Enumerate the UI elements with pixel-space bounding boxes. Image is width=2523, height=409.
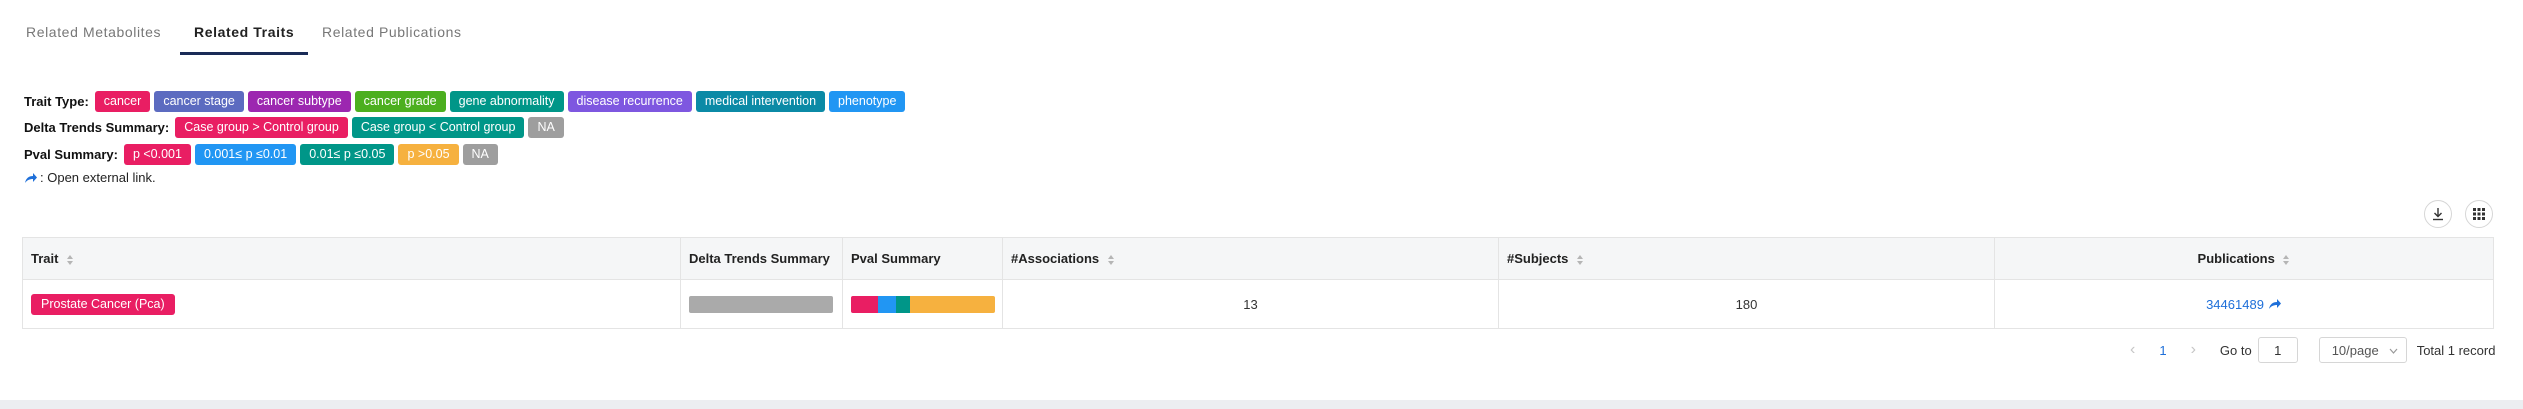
tag-p-lt-0001: p <0.001 [123, 143, 191, 165]
delta-trends-label: Delta Trends Summary: [24, 119, 170, 135]
table-header: Trait Delta Trends Summary Pval Summary … [23, 238, 2493, 280]
column-header-trait[interactable]: Trait [23, 238, 681, 280]
pval-segment-001-005 [895, 295, 911, 313]
page-size-select[interactable]: 10/page [2318, 337, 2407, 363]
external-link-note: : Open external link. [24, 170, 156, 185]
pval-segment-0001-001 [878, 295, 896, 313]
column-header-subjects-label: #Subjects [1507, 251, 1569, 266]
cell-associations: 13 [1003, 280, 1499, 328]
cell-subjects: 180 [1499, 280, 1995, 328]
tag-cancer-stage: cancer stage [154, 90, 244, 112]
column-header-subjects[interactable]: #Subjects [1499, 238, 1995, 280]
sort-icon[interactable] [2282, 254, 2290, 266]
cell-pval-summary [843, 280, 1003, 328]
total-records: Total 1 record [2416, 342, 2496, 358]
tag-case-less: Case group < Control group [351, 116, 525, 138]
column-header-pval-summary: Pval Summary [843, 238, 1003, 280]
goto-label: Go to [2219, 342, 2252, 358]
page-number-current[interactable]: 1 [2159, 343, 2166, 358]
cell-delta-trends [681, 280, 843, 328]
publication-link[interactable]: 34461489 [2206, 297, 2282, 312]
column-header-delta-trends-label: Delta Trends Summary [689, 251, 830, 266]
trait-type-label: Trait Type: [24, 93, 89, 109]
sort-icon[interactable] [1576, 254, 1584, 266]
traits-table: Trait Delta Trends Summary Pval Summary … [22, 237, 2494, 329]
tag-p-001-005: 0.01≤ p ≤0.05 [300, 143, 395, 165]
external-link-note-text: : Open external link. [40, 170, 156, 185]
page-bottom-strip [0, 400, 2523, 409]
tab-bar: Related Metabolites Related Traits Relat… [0, 0, 2523, 56]
tag-p-0001-001: 0.001≤ p ≤0.01 [194, 143, 297, 165]
tab-related-metabolites[interactable]: Related Metabolites [26, 0, 161, 56]
pval-label: Pval Summary: [24, 146, 118, 162]
column-header-delta-trends: Delta Trends Summary [681, 238, 843, 280]
table-row: Prostate Cancer (Pca) 13 180 34461489 [23, 280, 2493, 328]
tag-cancer: cancer [94, 90, 151, 112]
sort-icon[interactable] [66, 254, 74, 266]
pval-summary-bar [851, 295, 995, 313]
chevron-down-icon [2389, 348, 2398, 354]
publication-id[interactable]: 34461489 [2206, 297, 2264, 312]
tag-phenotype: phenotype [829, 90, 906, 112]
cell-publications: 34461489 [1995, 280, 2493, 328]
tag-disease-recurrence: disease recurrence [567, 90, 692, 112]
content-panel: Related Metabolites Related Traits Relat… [0, 0, 2523, 400]
external-link-icon [25, 172, 37, 183]
download-button[interactable] [2424, 200, 2452, 228]
delta-trends-bar [689, 295, 833, 313]
prev-page-button[interactable]: ‹ [2130, 341, 2135, 359]
tag-case-greater: Case group > Control group [175, 116, 348, 138]
pval-segment-lt-0001 [851, 295, 879, 313]
active-tab-indicator [180, 52, 308, 55]
next-page-button[interactable]: › [2191, 341, 2196, 359]
associations-value: 13 [1243, 296, 1258, 312]
pagination: ‹ 1 › Go to 10/page Total 1 record [2130, 337, 2495, 363]
cell-trait: Prostate Cancer (Pca) [23, 280, 681, 328]
trait-tag[interactable]: Prostate Cancer (Pca) [31, 293, 175, 315]
delta-trends-legend: Delta Trends Summary: Case group > Contr… [24, 116, 568, 138]
pval-legend: Pval Summary: p <0.001 0.001≤ p ≤0.01 0.… [24, 143, 502, 165]
tag-pval-na: NA [462, 143, 498, 165]
tag-delta-na: NA [528, 116, 564, 138]
download-icon [2433, 208, 2443, 221]
tab-related-publications[interactable]: Related Publications [322, 0, 462, 56]
page-size-value: 10/page [2331, 342, 2379, 358]
column-settings-button[interactable] [2465, 200, 2493, 228]
tab-related-traits[interactable]: Related Traits [194, 0, 294, 56]
sort-icon[interactable] [1107, 254, 1115, 266]
grid-icon [2473, 208, 2485, 220]
external-link-icon[interactable] [2268, 298, 2282, 310]
pval-segment-gt-005 [910, 295, 995, 313]
trait-type-legend: Trait Type: cancer cancer stage cancer s… [24, 90, 909, 112]
goto-page-input[interactable] [2257, 337, 2298, 363]
subjects-value: 180 [1735, 296, 1758, 312]
tag-cancer-grade: cancer grade [354, 90, 446, 112]
tag-medical-intervention: medical intervention [695, 90, 826, 112]
column-header-associations-label: #Associations [1011, 251, 1100, 266]
tag-p-gt-005: p >0.05 [398, 143, 459, 165]
column-header-trait-label: Trait [31, 251, 59, 266]
tag-gene-abnormality: gene abnormality [449, 90, 564, 112]
column-header-associations[interactable]: #Associations [1003, 238, 1499, 280]
column-header-publications[interactable]: Publications [1995, 238, 2493, 280]
column-header-publications-label: Publications [2197, 251, 2275, 266]
delta-segment-na [689, 295, 833, 313]
column-header-pval-summary-label: Pval Summary [851, 251, 941, 266]
tag-cancer-subtype: cancer subtype [247, 90, 351, 112]
